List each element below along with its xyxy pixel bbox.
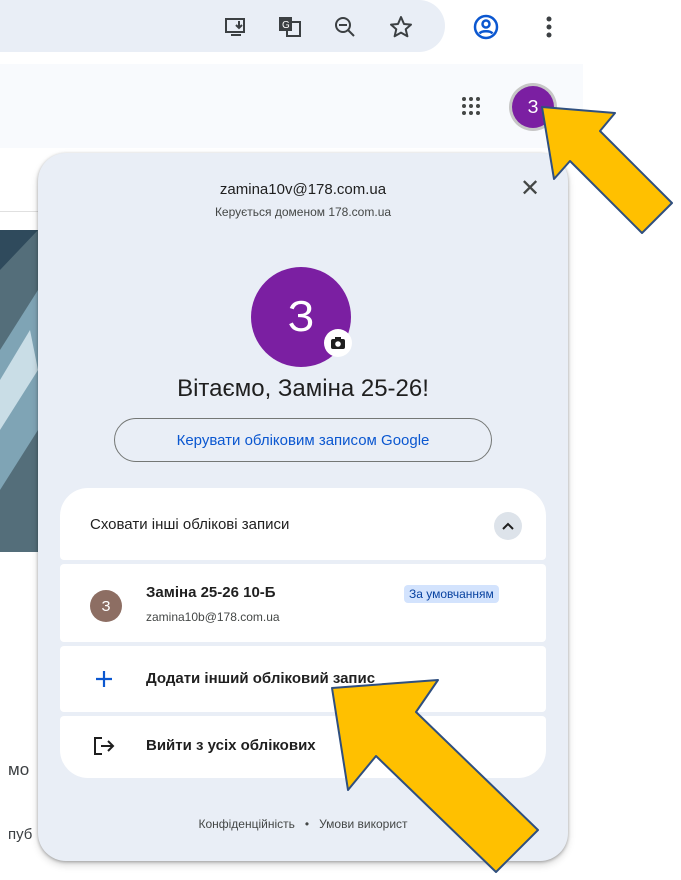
avatar: З [90,590,122,622]
status-badge: За умовчанням [404,585,499,603]
apps-grid-icon[interactable] [462,97,480,115]
privacy-link[interactable]: Конфіденційність [198,817,294,831]
bookmark-star-icon[interactable] [388,14,414,40]
chevron-up-icon[interactable] [494,512,522,540]
svg-text:G: G [282,20,290,31]
camera-icon[interactable] [324,329,352,357]
sign-out-label: Вийти з усіх облікових [146,737,316,754]
page-header [0,64,583,148]
annotation-arrow [331,679,539,873]
account-name: Заміна 25-26 10-Б [146,584,276,601]
footer-separator: • [304,817,310,831]
manage-account-button[interactable]: Керувати обліковим записом Google [114,418,492,462]
account-email: zamina10b@178.com.ua [146,610,280,624]
greeting: Вітаємо, Заміна 25-26! [177,375,429,402]
background-thumbnail [0,230,38,552]
annotation-arrow [541,106,673,234]
profile-icon[interactable] [473,14,499,40]
hide-accounts-toggle[interactable]: Сховати інші облікові записи [60,488,546,560]
install-app-icon[interactable] [223,14,249,40]
account-email: zamina10v@178.com.ua [219,181,387,198]
background-text: пуб [8,826,33,843]
more-menu-icon[interactable] [536,14,562,40]
list-item[interactable]: З Заміна 25-26 10-Б zamina10b@178.com.ua… [60,564,546,642]
sign-out-icon [90,732,118,760]
managed-by-label: Керується доменом 178.com.ua [214,205,392,219]
background-text: мо [8,760,30,779]
translate-icon[interactable]: G [277,14,303,40]
zoom-out-icon[interactable] [332,14,358,40]
plus-icon [90,665,118,693]
hide-accounts-label: Сховати інші облікові записи [90,516,290,533]
